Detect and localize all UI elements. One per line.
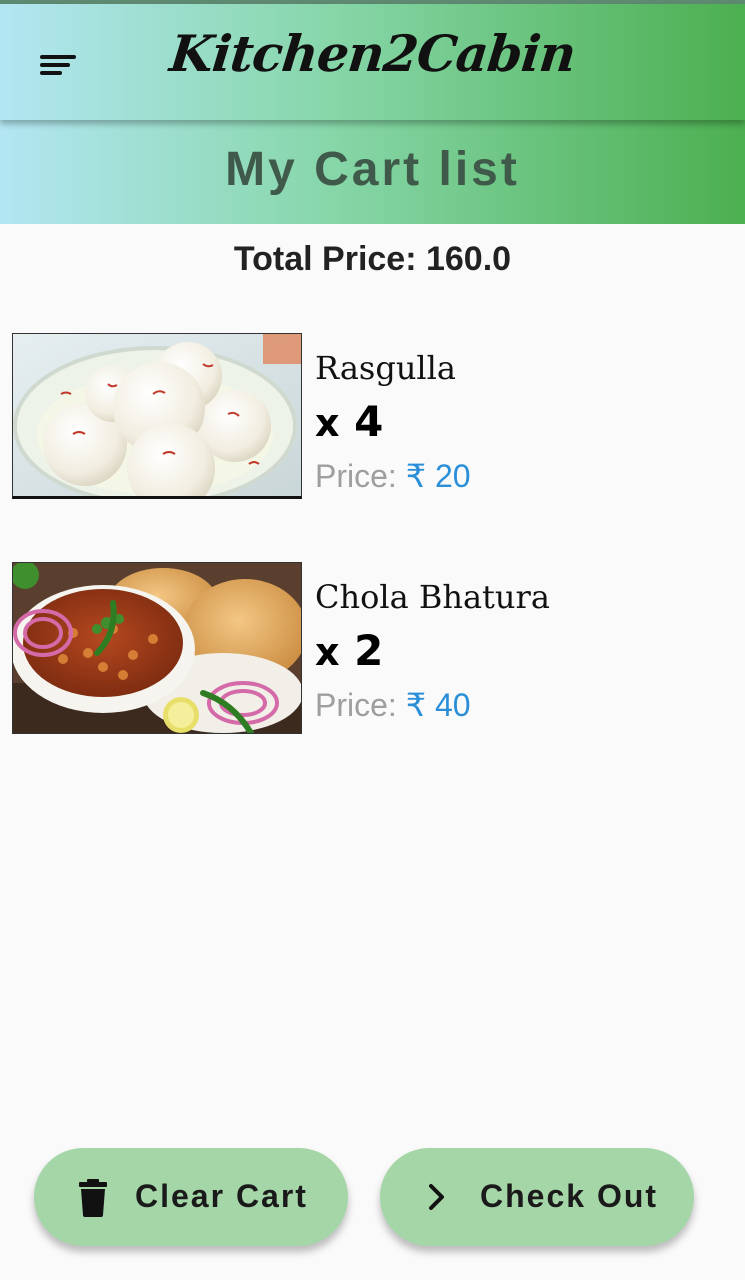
page-title: My Cart list xyxy=(225,143,520,196)
chola-bhatura-photo xyxy=(12,562,302,734)
item-name: Rasgulla xyxy=(315,349,456,387)
app-title: Kitchen2Cabin xyxy=(166,24,579,83)
quantity-prefix: x xyxy=(315,630,340,674)
check-out-button[interactable]: Check Out xyxy=(380,1148,694,1246)
price-value: ₹ 20 xyxy=(405,458,471,494)
rasgulla-photo xyxy=(12,333,302,499)
item-price: Price: ₹ 20 xyxy=(315,457,471,495)
quantity-value: 2 xyxy=(354,626,384,675)
quantity-value: 4 xyxy=(354,397,384,446)
cart-item[interactable]: Rasgulla x 4 Price: ₹ 20 xyxy=(12,333,732,505)
item-quantity: x 2 xyxy=(315,626,383,675)
check-out-label: Check Out xyxy=(480,1178,659,1214)
price-label: Price: xyxy=(315,458,397,494)
price-label: Price: xyxy=(315,687,397,723)
clear-cart-label: Clear Cart xyxy=(135,1178,308,1214)
page-header: My Cart list xyxy=(0,120,745,224)
trash-icon xyxy=(76,1178,110,1218)
item-name: Chola Bhatura xyxy=(315,578,550,616)
total-price: Total Price: 160.0 xyxy=(233,240,512,278)
chevron-right-icon xyxy=(424,1181,450,1213)
item-price: Price: ₹ 40 xyxy=(315,686,471,724)
item-quantity: x 4 xyxy=(315,397,383,446)
quantity-prefix: x xyxy=(315,401,340,445)
price-value: ₹ 40 xyxy=(405,687,471,723)
clear-cart-button[interactable]: Clear Cart xyxy=(34,1148,348,1246)
app-bar: Kitchen2Cabin xyxy=(0,4,745,120)
cart-item[interactable]: Chola Bhatura x 2 Price: ₹ 40 xyxy=(12,562,732,734)
